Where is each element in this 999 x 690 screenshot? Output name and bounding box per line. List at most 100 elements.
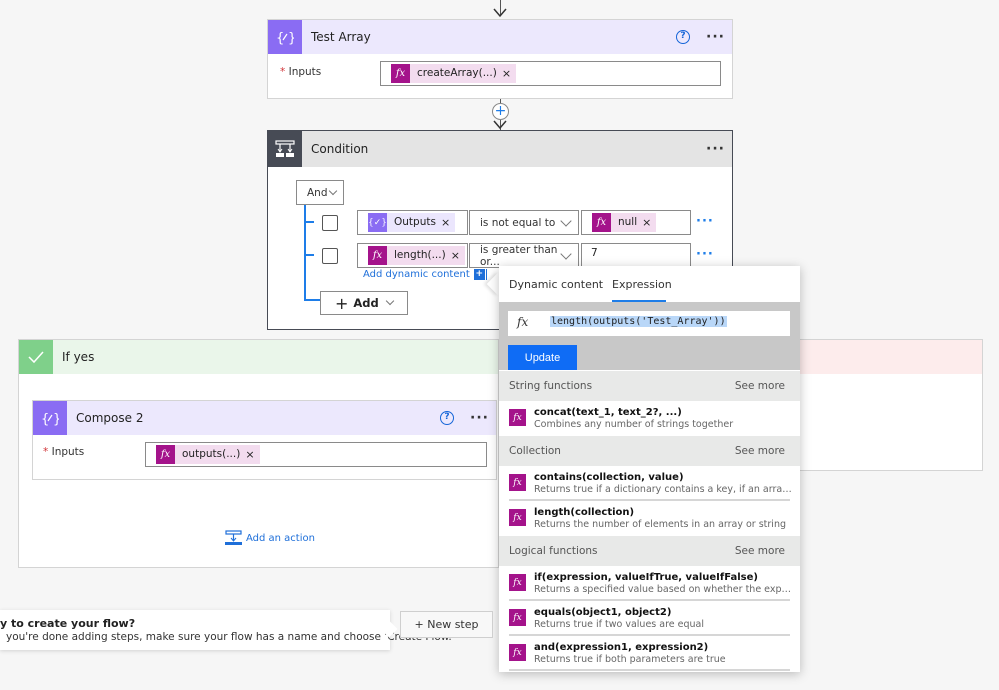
if-no-branch	[780, 339, 983, 471]
fx-icon: fx	[517, 315, 529, 329]
card-title: Test Array	[311, 30, 371, 44]
expression-input[interactable]: fx length(outputs('Test_Array'))	[508, 311, 790, 336]
condition-left-operand[interactable]: fx length(...) ×	[357, 243, 468, 268]
tab-expression[interactable]: Expression	[612, 278, 672, 291]
card-title: Condition	[311, 142, 369, 156]
function-item[interactable]: fx concat(text_1, text_2?, ...) Combines…	[499, 401, 800, 436]
plus-icon: +	[494, 103, 507, 119]
insert-step-button[interactable]: +	[492, 103, 509, 120]
tab-dynamic-content[interactable]: Dynamic content	[509, 278, 603, 291]
tree-branch	[304, 221, 314, 223]
function-item[interactable]: fx equals(object1, object2) Returns true…	[499, 601, 800, 636]
expression-popup: Dynamic content Expression fx length(out…	[499, 266, 800, 672]
compose-icon: {}	[33, 401, 67, 435]
function-description: Returns true if both parameters are true	[534, 654, 726, 665]
plus-icon: +	[335, 293, 349, 313]
condition-right-operand[interactable]: fx null ×	[581, 210, 691, 235]
row-more-icon[interactable]: ···	[696, 214, 714, 229]
arrow-down-icon	[493, 8, 507, 18]
fx-icon: fx	[509, 409, 526, 426]
function-name: and(expression1, expression2)	[534, 642, 709, 653]
remove-token-icon[interactable]: ×	[441, 213, 455, 232]
group-operator-select[interactable]: And	[296, 180, 344, 205]
fx-icon: fx	[368, 246, 387, 265]
variable-icon: {✓}	[368, 213, 387, 232]
condition-operator-select[interactable]: is greater than or...	[469, 243, 579, 268]
row-checkbox[interactable]	[322, 215, 338, 231]
add-action-icon	[225, 530, 242, 545]
fx-icon: fx	[509, 574, 526, 591]
token-label: null	[618, 216, 638, 228]
token-label: createArray(...)	[417, 67, 497, 79]
function-item[interactable]: fx and(expression1, expression2) Returns…	[499, 636, 800, 671]
more-options-icon[interactable]: ···	[706, 30, 725, 44]
add-dynamic-content-label: Add dynamic content	[363, 269, 470, 280]
section-string-functions: String functions See more	[499, 371, 800, 401]
if-no-header[interactable]	[781, 340, 982, 374]
svg-text:{: {	[41, 412, 49, 426]
compose-2-card: {} Compose 2 ? ··· * Inputs fx outputs(.…	[32, 400, 497, 480]
remove-token-icon[interactable]: ×	[245, 445, 259, 464]
condition-operator-select[interactable]: is not equal to	[469, 210, 579, 235]
new-step-button[interactable]: + New step	[400, 611, 493, 638]
compose-2-header[interactable]: {} Compose 2 ? ···	[33, 401, 496, 435]
chevron-down-icon	[560, 215, 572, 227]
function-name: concat(text_1, text_2?, ...)	[534, 407, 682, 418]
inputs-field[interactable]: fx createArray(...) ×	[380, 61, 721, 86]
section-title: Collection	[509, 445, 561, 457]
condition-left-operand[interactable]: {✓} Outputs ×	[357, 210, 468, 235]
function-description: Combines any number of strings together	[534, 419, 734, 430]
function-item[interactable]: fx length(collection) Returns the number…	[499, 501, 800, 536]
compose-icon: {}	[268, 20, 302, 54]
function-description: Returns true if two values are equal	[534, 619, 704, 630]
condition-right-value[interactable]: 7	[581, 243, 691, 268]
remove-token-icon[interactable]: ×	[451, 246, 465, 265]
row-more-icon[interactable]: ···	[696, 247, 714, 262]
fx-icon: fx	[509, 509, 526, 526]
if-yes-header[interactable]: If yes	[19, 340, 498, 374]
add-an-action-button[interactable]: Add an action	[225, 530, 315, 546]
remove-token-icon[interactable]: ×	[502, 64, 516, 83]
section-logical-functions: Logical functions See more	[499, 536, 800, 566]
help-icon[interactable]: ?	[440, 411, 454, 425]
expression-token[interactable]: fx null ×	[592, 213, 657, 232]
test-array-card: {} Test Array ? ··· * Inputs fx createAr…	[267, 19, 733, 99]
create-flow-tip: y to create your flow? you're done addin…	[0, 610, 455, 650]
row-checkbox[interactable]	[322, 248, 338, 264]
token-label: Outputs	[394, 216, 436, 228]
update-button[interactable]: Update	[508, 345, 577, 370]
add-label: Add	[353, 296, 379, 310]
function-name: contains(collection, value)	[534, 472, 684, 483]
fx-icon: fx	[509, 474, 526, 491]
right-value-text: 7	[591, 247, 598, 259]
see-more-link[interactable]: See more	[735, 380, 785, 392]
svg-text:}: }	[288, 31, 294, 45]
card-title: Compose 2	[76, 411, 144, 425]
more-options-icon[interactable]: ···	[706, 142, 725, 156]
remove-token-icon[interactable]: ×	[642, 213, 656, 232]
svg-text:{: {	[276, 31, 284, 45]
condition-icon	[268, 131, 302, 167]
fx-icon: fx	[391, 64, 410, 83]
operator-value: is not equal to	[480, 216, 556, 229]
see-more-link[interactable]: See more	[735, 545, 785, 557]
add-condition-button[interactable]: + Add	[320, 291, 408, 315]
function-name: length(collection)	[534, 507, 635, 518]
see-more-link[interactable]: See more	[735, 445, 785, 457]
expression-token[interactable]: fx createArray(...) ×	[391, 64, 517, 83]
dynamic-content-token[interactable]: {✓} Outputs ×	[368, 213, 456, 232]
condition-header[interactable]: Condition ···	[268, 131, 732, 167]
test-array-header[interactable]: {} Test Array ? ···	[268, 20, 732, 54]
more-options-icon[interactable]: ···	[470, 411, 489, 425]
expression-token[interactable]: fx length(...) ×	[368, 246, 465, 265]
help-icon[interactable]: ?	[676, 30, 690, 44]
function-name: if(expression, valueIfTrue, valueIfFalse…	[534, 572, 758, 583]
function-item[interactable]: fx if(expression, valueIfTrue, valueIfFa…	[499, 566, 800, 601]
expression-text: length(outputs('Test_Array'))	[550, 316, 727, 327]
function-item[interactable]: fx contains(collection, value) Returns t…	[499, 466, 800, 501]
section-collection: Collection See more	[499, 436, 800, 466]
expression-token[interactable]: fx outputs(...) ×	[156, 445, 260, 464]
token-label: length(...)	[394, 249, 446, 261]
inputs-field[interactable]: fx outputs(...) ×	[145, 442, 487, 467]
add-dynamic-content-link[interactable]: Add dynamic content +	[363, 269, 487, 280]
